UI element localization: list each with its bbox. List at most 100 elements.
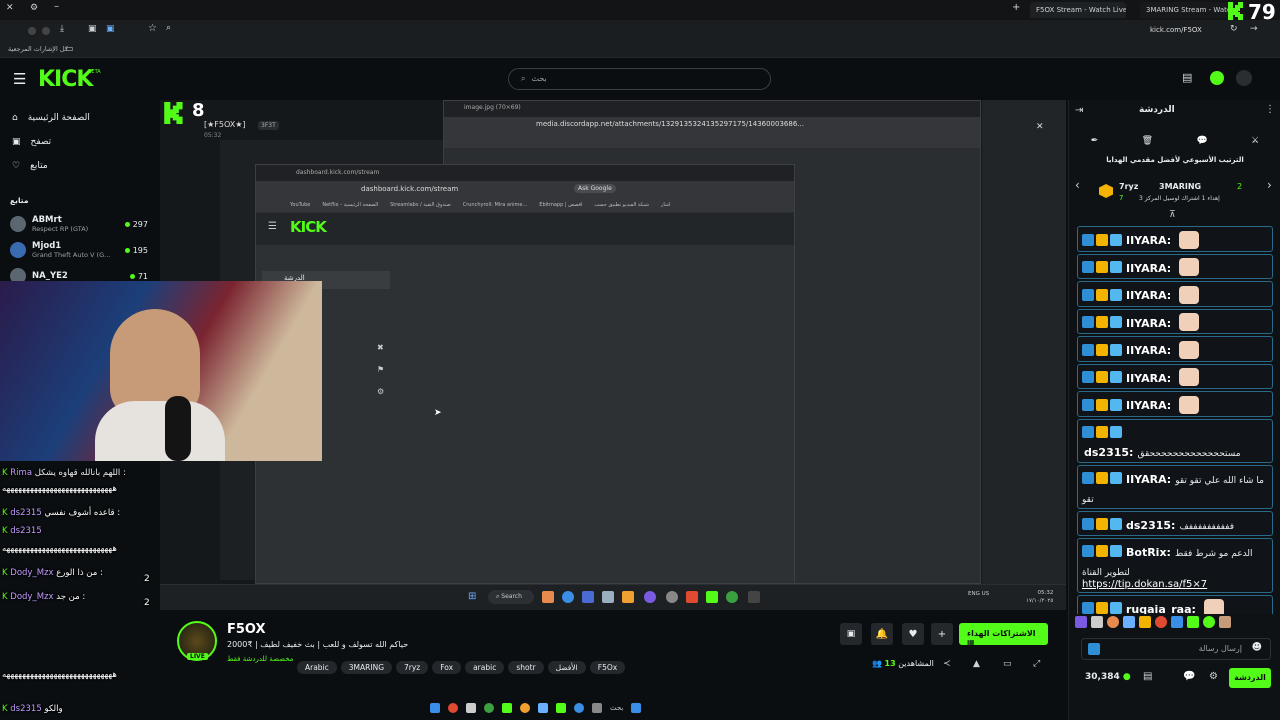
taskbar-app-icon	[686, 591, 698, 603]
stream-title-text: حياكم الله تسولف و للعب | بث خفيف لطيف	[260, 640, 409, 649]
close-window-icon[interactable]: ✕	[6, 3, 14, 13]
channel-name: NA_YE2	[32, 271, 68, 281]
new-tab-icon[interactable]: +	[1012, 2, 1020, 13]
tag[interactable]: F5Ox	[589, 661, 626, 674]
avatar[interactable]	[1236, 70, 1252, 86]
gift-icon[interactable]: ▤	[1182, 71, 1192, 84]
chevron-right-icon[interactable]: ›	[1267, 178, 1272, 192]
collapse-chat-icon[interactable]: ⇥	[1075, 105, 1083, 116]
extension-icon[interactable]: ▣	[106, 24, 115, 34]
pin-icon[interactable]: ✒	[1091, 136, 1099, 146]
avatar	[10, 216, 26, 232]
chat-link[interactable]: https://tip.dokan.sa/f5×7	[1082, 579, 1268, 590]
chat-username[interactable]: IIYARA:	[1126, 234, 1171, 247]
tag[interactable]: Fox	[432, 661, 462, 674]
download-icon[interactable]: ⤓	[60, 24, 64, 34]
minimize-icon[interactable]: –	[54, 1, 59, 12]
report-icon[interactable]: ▲	[973, 659, 980, 669]
sidebar-item-browse[interactable]: ▣ تصفح	[0, 130, 160, 154]
trash-icon[interactable]: 🗑	[1142, 136, 1153, 146]
stream-player[interactable]: 8 [★F5OX★] 3F3T 05:32 image.jpg (70×69) …	[0, 100, 1066, 610]
chat-message: IIYARA:	[1077, 363, 1273, 389]
chat-title: الدردشة	[1139, 105, 1175, 115]
chat-panel: ⇥ الدردشة ⋮ ✒ 🗑 💬 ⚔ الترتيب الأسبوعي لأف…	[1068, 100, 1280, 720]
captured-icon: ⚑	[377, 365, 385, 374]
extension-icon[interactable]: ▣	[88, 24, 97, 34]
gift-icon[interactable]: ▣	[840, 623, 862, 645]
tag[interactable]: arabic	[465, 661, 505, 674]
kick-logo[interactable]: KICK	[38, 67, 93, 92]
settings-icon[interactable]: ⚙	[1209, 671, 1218, 682]
badge-icon	[1110, 261, 1122, 273]
subscribe-button[interactable]: الاشتراكات الهداء ▦	[959, 623, 1048, 647]
bookmarks-bar: كل الإشارات المرجعية ▭	[0, 42, 1280, 58]
theater-icon[interactable]: ▭	[1003, 659, 1012, 669]
chat-bubble-icon[interactable]: 💬	[1197, 136, 1208, 146]
search-input[interactable]: ⌕ بحث	[508, 68, 771, 90]
chat-username[interactable]: IIYARA:	[1126, 473, 1171, 486]
extension-icon[interactable]	[42, 27, 50, 35]
channel-name: Mjod1	[32, 241, 62, 251]
share-icon[interactable]: ≺	[943, 659, 951, 669]
chat-input[interactable]: إرسال رسالة ☻	[1081, 638, 1271, 660]
overlay-chat-line: K ds2315 قاعده أشوف نفسي :	[2, 508, 121, 518]
add-icon[interactable]: +	[931, 623, 953, 645]
badge-icon	[1096, 426, 1108, 438]
chat-username[interactable]: ruqaia_raa:	[1126, 603, 1196, 615]
gift-icon[interactable]: ▤	[1143, 671, 1152, 682]
tab-f5ox[interactable]: F5OX Stream - Watch Live on K	[1030, 2, 1126, 18]
status-icon[interactable]	[1210, 71, 1224, 85]
badge-icon	[1096, 261, 1108, 273]
points-display[interactable]: 30,384 ●	[1085, 672, 1131, 682]
emoji-icon[interactable]: ☻	[1252, 642, 1262, 653]
back-icon[interactable]: ↻	[1230, 24, 1238, 34]
tag[interactable]: 3MARING	[340, 661, 392, 674]
collapse-icon[interactable]: ⤢	[1033, 659, 1040, 669]
live-badge: LIVE	[187, 653, 208, 660]
send-chat-button[interactable]: الدردشة	[1229, 668, 1271, 688]
sword-icon[interactable]: ⚔	[1251, 136, 1259, 146]
settings-icon[interactable]: ⚙	[30, 3, 38, 13]
badge-icon	[1110, 472, 1122, 484]
taskbar-clock: 05:32 ١٧/١٠/٢٠٢٥	[1026, 590, 1054, 604]
chat-username[interactable]: IIYARA:	[1126, 344, 1171, 357]
captured-tab: image.jpg (70×69)	[444, 101, 980, 117]
menu-icon[interactable]: ☰	[13, 70, 26, 88]
chevron-left-icon[interactable]: ‹	[1075, 178, 1080, 192]
sidebar-channel[interactable]: Mjod1 Grand Theft Auto V (G... 195	[0, 237, 160, 263]
url-text[interactable]: kick.com/F5OX	[1150, 26, 1202, 34]
bell-icon[interactable]: 🔔	[871, 623, 893, 645]
chat-username[interactable]: IIYARA:	[1126, 399, 1171, 412]
chat-username[interactable]: ds2315:	[1126, 519, 1175, 532]
chat-username[interactable]: ds2315:	[1084, 446, 1133, 459]
chat-username[interactable]: IIYARA:	[1126, 317, 1171, 330]
heart-icon[interactable]: ♥	[902, 623, 924, 645]
badge-icon	[1110, 518, 1122, 530]
tag[interactable]: الأفضل	[547, 661, 586, 674]
taskbar-app-icon	[622, 591, 634, 603]
chat-username[interactable]: IIYARA:	[1126, 289, 1171, 302]
sidebar: ⌂ الصفحة الرئيسية ▣ تصفح ♡ متابع متابع ABMr…	[0, 100, 160, 290]
search-icon[interactable]: ⌕	[166, 23, 171, 33]
chat-username[interactable]: BotRix:	[1126, 546, 1171, 559]
chat-username[interactable]: IIYARA:	[1126, 262, 1171, 275]
more-icon[interactable]: ⋮	[1265, 104, 1275, 115]
extension-icon[interactable]	[28, 27, 36, 35]
taskbar-app-icon	[726, 591, 738, 603]
tag[interactable]: shotr	[508, 661, 544, 674]
sidebar-item-home[interactable]: ⌂ الصفحة الرئيسية	[0, 106, 160, 130]
tag[interactable]: 7ryz	[396, 661, 429, 674]
tag[interactable]: Arabic	[297, 661, 337, 674]
emote-icon	[1179, 340, 1200, 359]
chat-messages: IIYARA: IIYARA: IIYARA: IIYARA: IIYARA: IIYAR…	[1069, 224, 1280, 614]
all-bookmarks-label[interactable]: كل الإشارات المرجعية	[8, 45, 68, 53]
forward-icon[interactable]: →	[1250, 24, 1258, 34]
chat-bubble-icon[interactable]: 💬	[1183, 671, 1195, 682]
sidebar-channel[interactable]: ABMrt Respect RP (GTA) 297	[0, 211, 160, 237]
chat-username[interactable]: IIYARA:	[1126, 372, 1171, 385]
tab-3maring[interactable]: 3MARING Stream - Watch	[1140, 2, 1230, 18]
star-icon[interactable]: ☆	[148, 23, 157, 34]
sidebar-item-following[interactable]: ♡ متابع	[0, 154, 160, 178]
channel-name[interactable]: F5OX	[227, 622, 266, 637]
user-badges	[1082, 367, 1124, 386]
